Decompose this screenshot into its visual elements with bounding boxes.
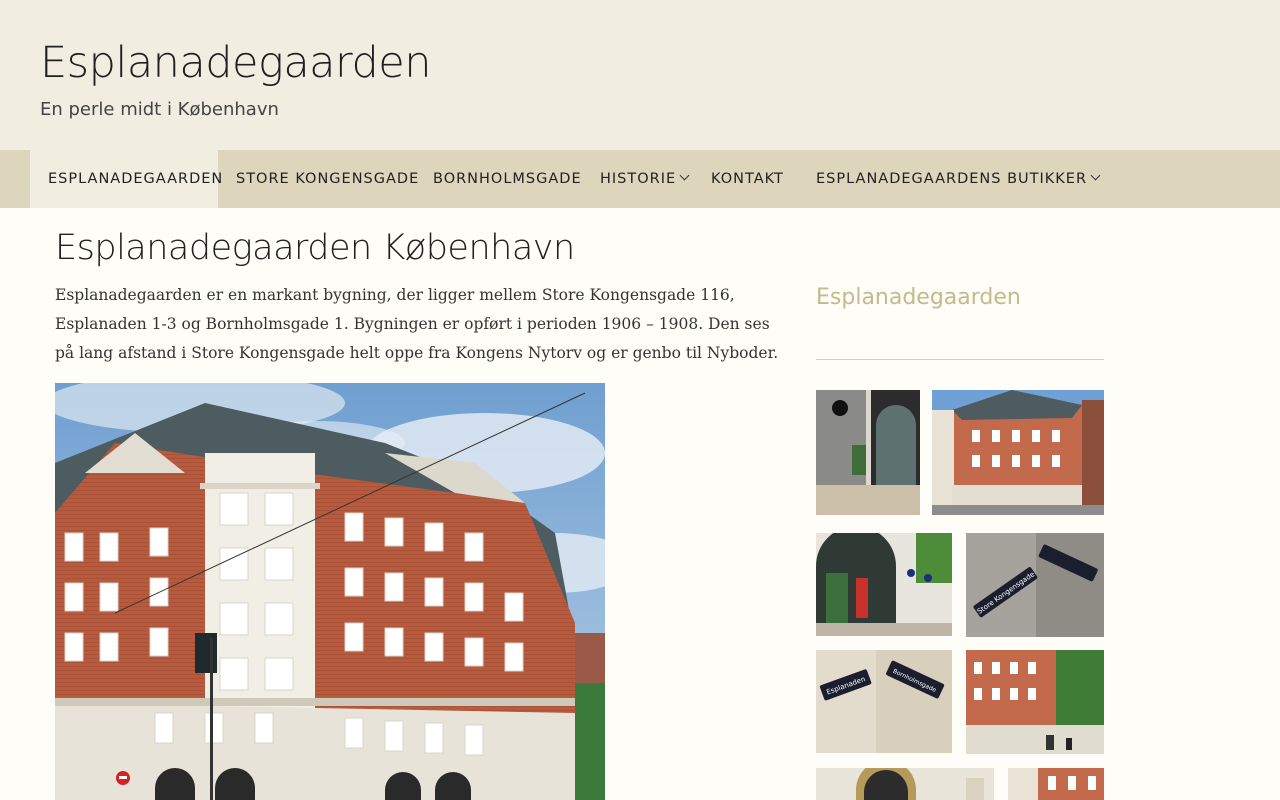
site-title[interactable]: Esplanadegaarden (40, 38, 431, 88)
nav-item-label: HISTORIE (600, 171, 677, 187)
nav-item-bornholmsgade[interactable]: BORNHOLMSGADE (433, 150, 582, 208)
nav-item-label: ESPLANADEGAARDEN (48, 171, 224, 187)
site-tagline: En perle midt i København (40, 99, 279, 120)
nav-item-esplanadegaarden[interactable]: ESPLANADEGAARDEN (30, 150, 222, 208)
nav-item-kontakt[interactable]: KONTAKT (711, 150, 784, 208)
gallery-thumb-building-street[interactable] (966, 650, 1104, 754)
nav-item-historie[interactable]: HISTORIE (600, 150, 690, 208)
nav-item-label: STORE KONGENSGADE (236, 171, 420, 187)
nav-item-store-kongensgade[interactable]: STORE KONGENSGADE (236, 150, 419, 208)
nav-item-label: BORNHOLMSGADE (433, 171, 582, 187)
chevron-down-icon (679, 170, 690, 181)
chevron-down-icon (1090, 170, 1101, 181)
gallery-thumb-building-corner[interactable] (932, 390, 1104, 515)
page-title: Esplanadegaarden København (55, 228, 575, 268)
nav-item-label: ESPLANADEGAARDENS BUTIKKER (816, 171, 1088, 187)
gallery-thumb-storefront[interactable] (816, 390, 920, 515)
main-nav: ESPLANADEGAARDEN STORE KONGENSGADE BORNH… (0, 150, 1280, 208)
gallery-thumb-street-signs-corner[interactable]: Esplanaden Bornholmsgade (816, 650, 952, 753)
intro-paragraph: Esplanadegaarden er en markant bygning, … (55, 286, 779, 362)
nav-item-label: KONTAKT (711, 171, 784, 187)
sidebar-divider (816, 359, 1104, 360)
nav-item-butikker[interactable]: ESPLANADEGAARDENS BUTIKKER (816, 150, 1101, 208)
gallery-thumb-shop-entrance[interactable] (816, 533, 952, 636)
gallery-thumb-street-sign-kongensgade[interactable]: Store Kongensgade (966, 533, 1104, 637)
hero-building-photo (55, 383, 605, 800)
gallery-thumb-brick-facade[interactable] (1008, 768, 1104, 800)
sidebar-widget-title: Esplanadegaarden (816, 285, 1021, 310)
gallery-thumb-facade-detail[interactable] (816, 768, 994, 800)
site-header: Esplanadegaarden En perle midt i Københa… (0, 0, 1280, 150)
